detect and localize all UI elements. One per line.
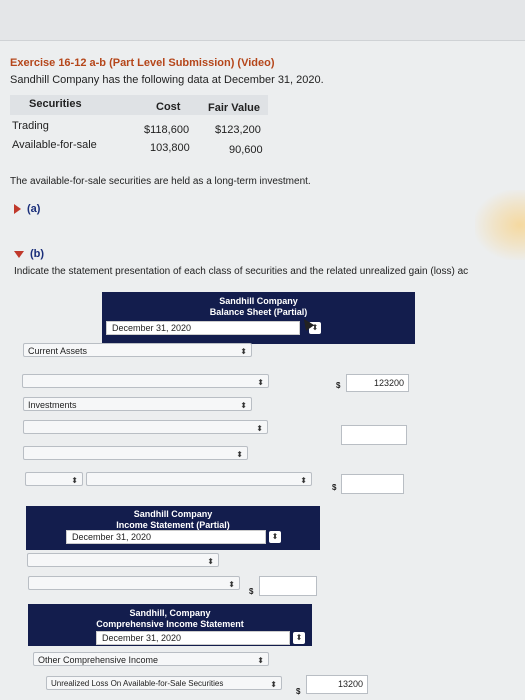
instructions-text: Indicate the statement presentation of e… bbox=[14, 266, 469, 277]
bs-line2-select[interactable]: ⬍ bbox=[23, 420, 268, 434]
select-arrow-icon: ⬍ bbox=[240, 401, 247, 410]
trading-amount-input[interactable]: 123200 bbox=[346, 374, 409, 392]
select-arrow-icon: ⬍ bbox=[257, 656, 264, 665]
table-row-afs-label: Available-for-sale bbox=[12, 139, 97, 151]
select-arrow-icon: ⬍ bbox=[270, 680, 277, 689]
ci-company-name: Sandhill, Company bbox=[129, 608, 211, 618]
bs-statement-name: Balance Sheet (Partial) bbox=[209, 307, 308, 317]
select-arrow-icon: ⬍ bbox=[300, 476, 307, 485]
current-assets-select[interactable]: Current Assets ⬍ bbox=[23, 343, 252, 357]
select-arrow-icon: ⬍ bbox=[293, 632, 305, 644]
oci-select[interactable]: Other Comprehensive Income ⬍ bbox=[33, 652, 269, 666]
table-header-fair-value: Fair Value bbox=[208, 102, 260, 114]
unrealized-loss-input[interactable]: 13200 bbox=[306, 675, 368, 694]
bs-line4-select[interactable]: ⬍ bbox=[86, 472, 312, 486]
table-header-securities: Securities bbox=[29, 98, 82, 110]
unrealized-loss-select[interactable]: Unrealized Loss On Available-for-Sale Se… bbox=[46, 676, 282, 690]
select-arrow-icon: ⬍ bbox=[71, 476, 78, 485]
is-date-select[interactable]: December 31, 2020 ⬍ bbox=[66, 530, 281, 544]
table-row-trading-label: Trading bbox=[12, 120, 49, 132]
table-row-afs-cost: 103,800 bbox=[150, 142, 190, 154]
bs-line3-select[interactable]: ⬍ bbox=[23, 446, 248, 460]
expand-arrow-icon bbox=[14, 204, 21, 215]
table-header-cost: Cost bbox=[156, 101, 181, 113]
table-row-afs-fair: 90,600 bbox=[229, 144, 263, 156]
bs-line4-input[interactable] bbox=[341, 474, 404, 494]
is-line2-input[interactable] bbox=[259, 576, 317, 596]
select-arrow-icon: ⬍ bbox=[228, 580, 235, 589]
part-a-toggle[interactable]: (a) bbox=[14, 203, 40, 215]
select-arrow-icon: ⬍ bbox=[269, 531, 281, 543]
dollar-sign: $ bbox=[332, 483, 337, 492]
dollar-sign: $ bbox=[336, 381, 341, 390]
bs-company-name: Sandhill Company bbox=[219, 296, 298, 306]
is-line2-select[interactable]: ⬍ bbox=[28, 576, 240, 590]
bs-line2-input[interactable] bbox=[341, 425, 407, 445]
select-arrow-icon: ⬍ bbox=[256, 424, 263, 433]
top-bar bbox=[0, 0, 525, 41]
ci-statement-name: Comprehensive Income Statement bbox=[96, 619, 244, 629]
ci-date-select[interactable]: December 31, 2020 ⬍ bbox=[96, 631, 305, 645]
part-b-toggle[interactable]: (b) bbox=[14, 248, 44, 260]
exercise-title: Exercise 16-12 a-b (Part Level Submissio… bbox=[10, 57, 275, 69]
bs-small-select[interactable]: ⬍ bbox=[25, 472, 83, 486]
select-arrow-icon: ⬍ bbox=[236, 450, 243, 459]
select-arrow-icon: ⬍ bbox=[240, 347, 247, 356]
dollar-sign: $ bbox=[249, 587, 254, 596]
is-company-name: Sandhill Company bbox=[133, 509, 213, 519]
bs-line1-select[interactable]: ⬍ bbox=[22, 374, 269, 388]
balance-sheet-header: Sandhill Company Balance Sheet (Partial) bbox=[102, 292, 415, 344]
select-arrow-icon: ⬍ bbox=[257, 378, 264, 387]
note-text: The available-for-sale securities are he… bbox=[10, 176, 311, 187]
collapse-arrow-icon bbox=[14, 250, 24, 258]
table-row-trading-cost: $118,600 bbox=[144, 124, 190, 136]
bs-date-select[interactable]: December 31, 2020 ⬍ bbox=[106, 321, 321, 335]
select-arrow-icon: ⬍ bbox=[207, 557, 214, 566]
is-line1-select[interactable]: ⬍ bbox=[27, 553, 219, 567]
investments-select[interactable]: Investments ⬍ bbox=[23, 397, 252, 411]
table-row-trading-fair: $123,200 bbox=[215, 124, 261, 136]
dollar-sign: $ bbox=[296, 687, 301, 696]
intro-text: Sandhill Company has the following data … bbox=[10, 74, 324, 86]
light-glare bbox=[475, 190, 525, 260]
